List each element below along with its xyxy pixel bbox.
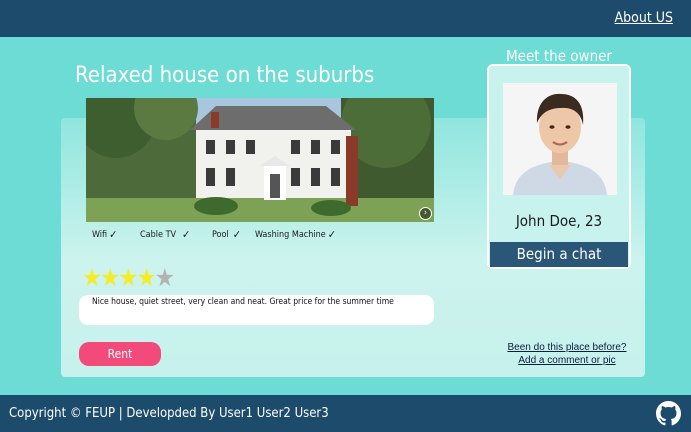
add-comment-link[interactable]: Add a comment or pic bbox=[490, 354, 644, 367]
rent-button[interactable]: Rent bbox=[79, 342, 161, 366]
owner-name: John Doe, 23 bbox=[515, 212, 603, 230]
been-here-link[interactable]: Been do this place before? bbox=[490, 341, 644, 354]
review-comment: Nice house, quiet street, very clean and… bbox=[79, 295, 434, 325]
check-circle-icon: ✓ bbox=[109, 228, 118, 241]
amenity-cable-tv: Cable TV ✓ bbox=[140, 228, 190, 241]
top-navbar: About US bbox=[0, 0, 691, 37]
amenity-washing-machine: Washing Machine ✓ bbox=[255, 228, 336, 241]
listing-title: Relaxed house on the suburbs bbox=[75, 63, 375, 88]
copyright-text: Copyright © FEUP | Developded By User1 U… bbox=[9, 406, 329, 421]
github-icon[interactable] bbox=[656, 401, 681, 426]
amenity-label: Cable TV bbox=[140, 230, 177, 240]
about-us-link[interactable]: About US bbox=[615, 10, 673, 26]
owner-avatar bbox=[503, 83, 617, 195]
owner-card: John Doe, 23 Begin a chat bbox=[487, 64, 631, 269]
star-icon[interactable]: ★ bbox=[82, 263, 102, 292]
begin-chat-button[interactable]: Begin a chat bbox=[490, 242, 628, 267]
amenity-pool: Pool ✓ bbox=[212, 228, 241, 241]
star-icon[interactable]: ★ bbox=[100, 263, 120, 292]
amenities-list: Wifi ✓ Cable TV ✓ Pool ✓ Washing Machine ✓ bbox=[92, 228, 442, 242]
amenity-label: Pool bbox=[212, 230, 229, 240]
star-icon[interactable]: ★ bbox=[137, 263, 157, 292]
check-circle-icon: ✓ bbox=[232, 228, 242, 241]
star-icon[interactable]: ★ bbox=[118, 263, 138, 292]
review-links: Been do this place before? Add a comment… bbox=[490, 341, 644, 367]
check-circle-icon: ✓ bbox=[182, 228, 191, 241]
next-photo-button[interactable]: › bbox=[419, 207, 432, 220]
house-photo: › bbox=[86, 98, 434, 222]
check-circle-icon: ✓ bbox=[327, 228, 337, 241]
footer: Copyright © FEUP | Developded By User1 U… bbox=[0, 395, 691, 432]
amenity-label: Wifi bbox=[92, 230, 108, 240]
owner-heading: Meet the owner bbox=[506, 47, 612, 65]
amenity-wifi: Wifi ✓ bbox=[92, 228, 117, 241]
star-icon[interactable]: ★ bbox=[155, 263, 175, 292]
amenity-label: Washing Machine bbox=[255, 230, 326, 240]
rating-stars[interactable]: ★★★★★ bbox=[82, 263, 175, 292]
